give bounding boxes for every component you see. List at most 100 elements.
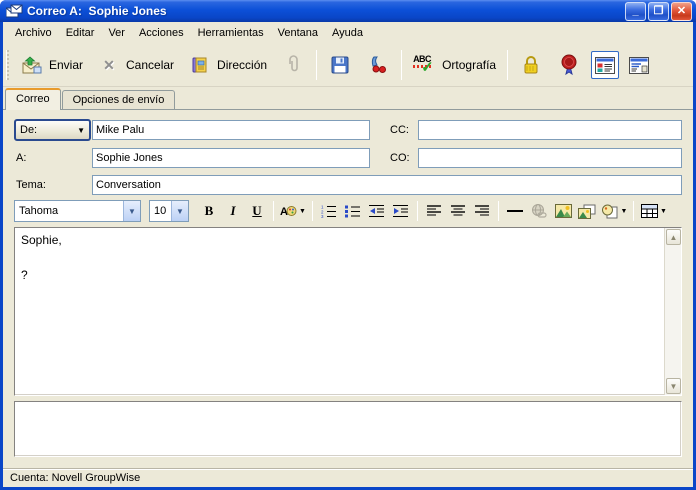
chevron-down-icon: ▼ — [299, 207, 306, 215]
quickcorrect-button[interactable] — [359, 48, 397, 82]
message-body-editor[interactable]: Sophie, ? ▲ ▼ — [14, 227, 682, 396]
spellcheck-label: Ortografía — [442, 58, 497, 72]
font-family-select[interactable]: Tahoma ▼ — [14, 200, 141, 222]
menu-ayuda[interactable]: Ayuda — [325, 24, 370, 42]
minimize-button[interactable]: _ — [625, 1, 646, 21]
wax-seal-icon — [557, 53, 581, 77]
italic-button[interactable]: I — [221, 200, 245, 222]
account-status-text: Cuenta: Novell GroupWise — [10, 472, 141, 484]
address-book-icon — [188, 53, 212, 77]
numbered-list-icon: 1 2 3 — [321, 205, 336, 218]
mail-panel: De: ▼ CC: A: CO: Tema: Tahoma ▼ 10 ▼ — [3, 109, 693, 467]
font-size-select[interactable]: 10 ▼ — [149, 200, 189, 222]
tab-opciones-envio[interactable]: Opciones de envío — [61, 90, 176, 110]
bulleted-list-button[interactable] — [341, 200, 365, 222]
numbered-list-button[interactable]: 1 2 3 — [317, 200, 341, 222]
close-button[interactable]: ✕ — [671, 1, 692, 21]
chevron-down-icon: ▼ — [77, 125, 85, 135]
underline-button[interactable]: U — [245, 200, 269, 222]
format-toolbar: Tahoma ▼ 10 ▼ B I U A ▼ 1 2 3 ▼ ▼ — [3, 196, 693, 226]
scroll-up-icon[interactable]: ▲ — [666, 229, 681, 245]
insert-image-button[interactable] — [551, 200, 575, 222]
maximize-button[interactable]: ❐ — [648, 1, 669, 21]
mail-app-icon — [6, 4, 23, 17]
svg-text:3: 3 — [321, 214, 324, 218]
font-family-value: Tahoma — [19, 205, 59, 217]
attachment-area[interactable] — [14, 401, 682, 457]
attach-button[interactable] — [274, 48, 312, 82]
align-right-icon — [475, 205, 489, 216]
tab-correo[interactable]: Correo — [5, 88, 61, 110]
decrease-indent-icon — [369, 205, 384, 217]
insert-image-copy-button[interactable] — [575, 200, 599, 222]
send-envelope-icon — [20, 53, 44, 77]
groupwise-mail-window: Correo A: Sophie Jones _ ❐ ✕ Archivo Edi… — [0, 0, 696, 490]
align-left-button[interactable] — [422, 200, 446, 222]
align-right-button[interactable] — [470, 200, 494, 222]
title-bar: Correo A: Sophie Jones _ ❐ ✕ — [0, 0, 696, 22]
from-label: De: — [20, 124, 38, 136]
spellcheck-button[interactable]: ABC ✓ Ortografía — [406, 48, 503, 82]
paperclip-icon — [281, 53, 305, 77]
to-label: A: — [16, 152, 27, 164]
cancel-button[interactable]: ✕ Cancelar — [90, 48, 181, 82]
to-field[interactable] — [92, 148, 370, 168]
insert-table-button[interactable]: ▼ — [638, 200, 670, 222]
html-view-toggle[interactable] — [591, 51, 620, 79]
bulleted-list-icon — [345, 205, 360, 218]
cc-field[interactable] — [418, 120, 682, 140]
font-color-icon: A — [280, 206, 297, 218]
plaintext-view-toggle[interactable] — [625, 51, 653, 79]
insert-object-button[interactable]: ▼ — [599, 200, 629, 222]
address-button[interactable]: Dirección — [181, 48, 274, 82]
decrease-indent-button[interactable] — [365, 200, 389, 222]
chevron-down-icon: ▼ — [123, 201, 140, 221]
floppy-disk-icon — [328, 53, 352, 77]
menu-editar[interactable]: Editar — [59, 24, 102, 42]
bcc-field[interactable] — [418, 148, 682, 168]
format-separator — [633, 201, 634, 221]
menu-acciones[interactable]: Acciones — [132, 24, 191, 42]
menu-herramientas[interactable]: Herramientas — [191, 24, 271, 42]
toolbar-grip[interactable] — [6, 50, 9, 80]
menu-archivo[interactable]: Archivo — [8, 24, 59, 42]
main-toolbar: Enviar ✕ Cancelar Dirección ABC ✓ Ortogr… — [3, 44, 693, 87]
body-scrollbar[interactable]: ▲ ▼ — [664, 228, 681, 395]
seal-button[interactable] — [550, 48, 588, 82]
from-dropdown[interactable]: De: ▼ — [14, 119, 91, 141]
insert-image-icon — [554, 204, 572, 218]
lock-button[interactable] — [512, 48, 550, 82]
message-body-text: Sophie, ? — [21, 233, 62, 282]
subject-field[interactable] — [92, 175, 682, 195]
menu-ver[interactable]: Ver — [101, 24, 132, 42]
align-left-icon — [427, 205, 441, 216]
chevron-down-icon: ▼ — [620, 207, 628, 215]
menu-ventana[interactable]: Ventana — [271, 24, 325, 42]
align-center-icon — [451, 205, 465, 216]
padlock-icon — [519, 53, 543, 77]
client-area: Archivo Editar Ver Acciones Herramientas… — [3, 22, 693, 487]
save-draft-button[interactable] — [321, 48, 359, 82]
send-label: Enviar — [49, 58, 84, 72]
window-title: Correo A: Sophie Jones — [27, 4, 167, 18]
format-separator — [273, 201, 274, 221]
scroll-down-icon[interactable]: ▼ — [666, 378, 681, 394]
font-color-button[interactable]: A ▼ — [278, 200, 308, 222]
menu-bar: Archivo Editar Ver Acciones Herramientas… — [3, 22, 693, 44]
from-field[interactable] — [92, 120, 370, 140]
cancel-x-icon: ✕ — [103, 56, 115, 73]
increase-indent-button[interactable] — [389, 200, 413, 222]
bcc-label: CO: — [390, 152, 410, 164]
increase-indent-icon — [393, 205, 408, 217]
format-separator — [498, 201, 499, 221]
bold-button[interactable]: B — [197, 200, 221, 222]
horizontal-rule-button[interactable] — [503, 200, 527, 222]
plaintext-view-icon — [629, 56, 650, 74]
toolbar-separator — [316, 50, 318, 80]
align-center-button[interactable] — [446, 200, 470, 222]
send-button[interactable]: Enviar — [13, 48, 90, 82]
html-view-icon — [595, 56, 616, 74]
insert-object-icon — [601, 204, 618, 218]
chevron-down-icon: ▼ — [171, 201, 188, 221]
hyperlink-button[interactable] — [527, 200, 551, 222]
